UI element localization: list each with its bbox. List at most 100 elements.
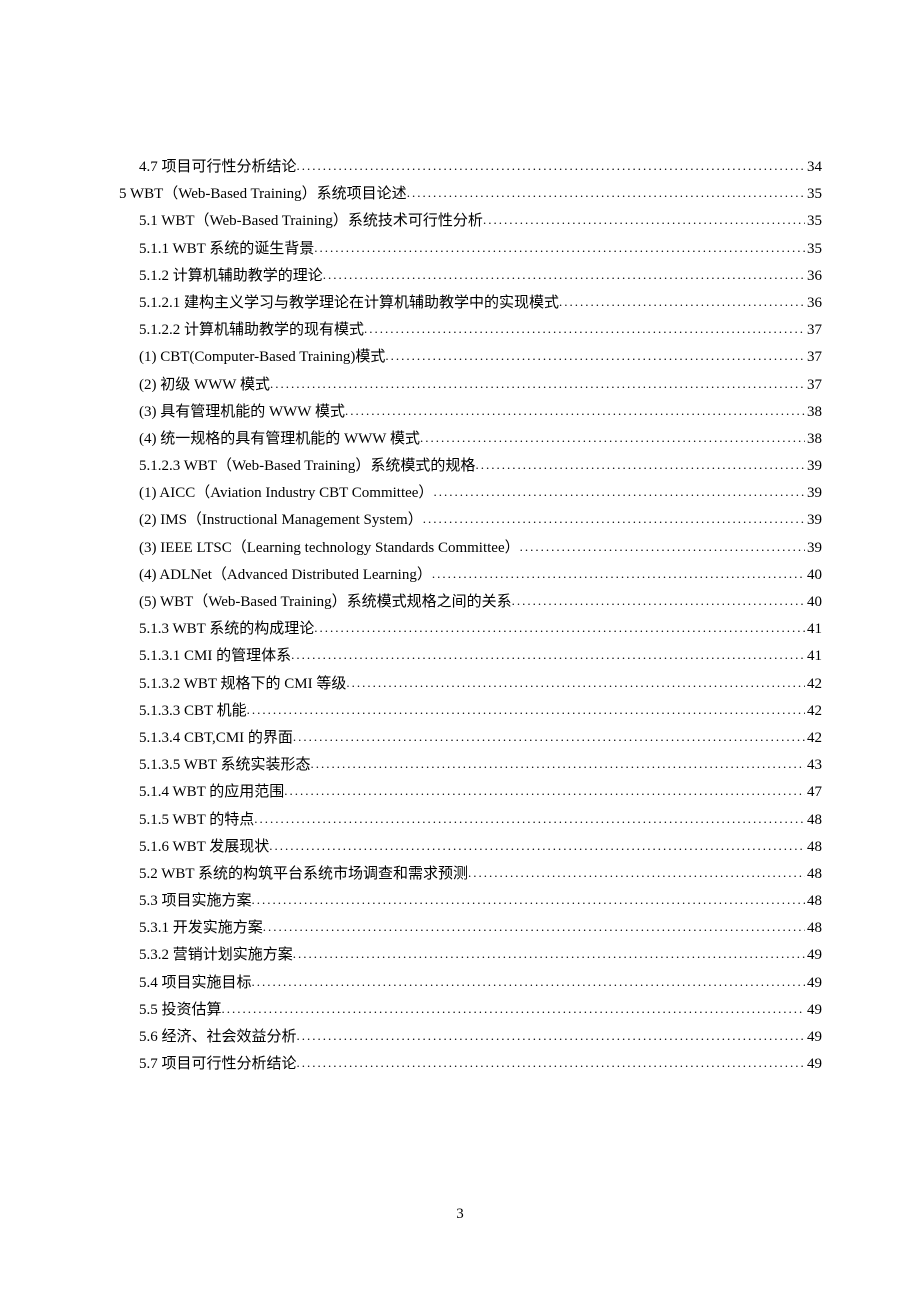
toc-leader-dots [254, 812, 805, 825]
toc-entry: 5.1.3 WBT 系统的构成理论 41 [98, 622, 822, 637]
toc-entry-label: 5.1.3 WBT 系统的构成理论 [139, 622, 314, 637]
toc-entry: 5.1.3.5 WBT 系统实装形态43 [98, 758, 822, 773]
toc-entry-page: 47 [805, 785, 822, 800]
toc-entry-label: 5.4 项目实施目标 [139, 976, 252, 991]
toc-entry-label: 5.1.5 WBT 的特点 [139, 813, 254, 828]
toc-entry: 5.3 项目实施方案48 [98, 894, 822, 909]
toc-list: 4.7 项目可行性分析结论 34 5 WBT（Web-Based Training）… [98, 160, 822, 1072]
toc-leader-dots [423, 512, 805, 525]
toc-entry-page: 39 [805, 513, 822, 528]
toc-leader-dots [297, 159, 805, 172]
toc-entry-label: 4.7 项目可行性分析结论 [139, 160, 297, 175]
toc-entry-label: (4) 统一规格的具有管理机能的 WWW 模式 [139, 432, 420, 447]
toc-entry-page: 35 [805, 242, 822, 257]
toc-entry-page: 48 [805, 867, 822, 882]
toc-entry-label: 5.1.2 计算机辅助教学的理论 [139, 269, 323, 284]
toc-leader-dots [297, 1029, 805, 1042]
toc-entry-page: 40 [805, 595, 822, 610]
toc-entry: (2) IMS（Instructional Management System）… [98, 513, 822, 528]
toc-leader-dots [314, 241, 805, 254]
toc-entry: 5.3.2 营销计划实施方案 49 [98, 948, 822, 963]
toc-entry-label: 5.1.6 WBT 发展现状 [139, 840, 269, 855]
toc-entry: 5.1.3.2 WBT 规格下的 CMI 等级42 [98, 677, 822, 692]
toc-entry-page: 40 [805, 568, 822, 583]
toc-page: 4.7 项目可行性分析结论 34 5 WBT（Web-Based Training）… [0, 0, 920, 1072]
toc-leader-dots [263, 920, 805, 933]
toc-leader-dots [512, 594, 805, 607]
toc-entry: 5.1.4 WBT 的应用范围 47 [98, 785, 822, 800]
toc-entry-label: 5.1.2.1 建构主义学习与教学理论在计算机辅助教学中的实现模式 [139, 296, 559, 311]
toc-entry-page: 35 [805, 187, 822, 202]
toc-entry-page: 49 [805, 948, 822, 963]
toc-entry-label: (4) ADLNet（Advanced Distributed Learning… [139, 568, 432, 583]
toc-entry-label: 5.1.3.1 CMI 的管理体系 [139, 649, 291, 664]
toc-entry-page: 49 [805, 1057, 822, 1072]
toc-entry-label: 5 WBT（Web-Based Training）系统项目论述 [119, 187, 407, 202]
toc-entry-page: 37 [805, 323, 822, 338]
toc-leader-dots [475, 458, 805, 471]
toc-entry: (3) IEEE LTSC（Learning technology Standa… [98, 541, 822, 556]
toc-entry: 4.7 项目可行性分析结论 34 [98, 160, 822, 175]
toc-leader-dots [345, 404, 805, 417]
toc-entry: 5.4 项目实施目标49 [98, 976, 822, 991]
toc-entry-label: (2) 初级 WWW 模式 [139, 378, 270, 393]
toc-entry-page: 49 [805, 1003, 822, 1018]
toc-leader-dots [420, 431, 805, 444]
toc-entry-page: 37 [805, 378, 822, 393]
toc-entry-page: 48 [805, 921, 822, 936]
toc-entry-label: (3) 具有管理机能的 WWW 模式 [139, 405, 345, 420]
toc-leader-dots [559, 295, 805, 308]
toc-entry: 5.1 WBT（Web-Based Training）系统技术可行性分析 35 [98, 214, 822, 229]
toc-leader-dots [270, 377, 805, 390]
toc-entry: 5.6 经济、社会效益分析49 [98, 1030, 822, 1045]
toc-entry-page: 35 [805, 214, 822, 229]
toc-entry-page: 38 [805, 405, 822, 420]
toc-leader-dots [520, 540, 805, 553]
toc-entry: 5.1.1 WBT 系统的诞生背景 35 [98, 242, 822, 257]
toc-entry: 5.3.1 开发实施方案 48 [98, 921, 822, 936]
toc-leader-dots [297, 1056, 805, 1069]
toc-leader-dots [407, 186, 805, 199]
toc-entry-label: 5.1.4 WBT 的应用范围 [139, 785, 284, 800]
toc-entry: (1) CBT(Computer-Based Training)模式37 [98, 350, 822, 365]
toc-entry-page: 49 [805, 1030, 822, 1045]
toc-entry-page: 41 [805, 649, 822, 664]
toc-entry-label: (3) IEEE LTSC（Learning technology Standa… [139, 541, 520, 556]
toc-entry: 5 WBT（Web-Based Training）系统项目论述 35 [98, 187, 822, 202]
toc-entry-label: 5.3.1 开发实施方案 [139, 921, 263, 936]
toc-entry: 5.1.6 WBT 发展现状48 [98, 840, 822, 855]
toc-entry: (5) WBT（Web-Based Training）系统模式规格之间的关系40 [98, 595, 822, 610]
toc-entry-label: 5.7 项目可行性分析结论 [139, 1057, 297, 1072]
toc-entry-page: 36 [805, 296, 822, 311]
toc-entry: 5.1.3.3 CBT 机能42 [98, 704, 822, 719]
toc-leader-dots [252, 893, 805, 906]
toc-entry-page: 48 [805, 813, 822, 828]
toc-leader-dots [247, 703, 805, 716]
toc-entry-page: 37 [805, 350, 822, 365]
toc-leader-dots [483, 213, 805, 226]
toc-entry-label: 5.5 投资估算 [139, 1003, 222, 1018]
toc-leader-dots [346, 676, 805, 689]
toc-leader-dots [284, 784, 805, 797]
toc-leader-dots [433, 485, 805, 498]
toc-entry: 5.7 项目可行性分析结论 49 [98, 1057, 822, 1072]
toc-entry: 5.2 WBT 系统的构筑平台系统市场调查和需求预测48 [98, 867, 822, 882]
toc-entry-label: 5.1.3.2 WBT 规格下的 CMI 等级 [139, 677, 346, 692]
toc-entry-label: 5.1.1 WBT 系统的诞生背景 [139, 242, 314, 257]
toc-entry: (3) 具有管理机能的 WWW 模式 38 [98, 405, 822, 420]
toc-leader-dots [432, 567, 805, 580]
toc-leader-dots [291, 648, 805, 661]
toc-entry-page: 39 [805, 541, 822, 556]
page-number: 3 [0, 1207, 920, 1222]
toc-leader-dots [293, 947, 805, 960]
toc-entry: 5.1.5 WBT 的特点 48 [98, 813, 822, 828]
toc-entry-page: 34 [805, 160, 822, 175]
toc-entry-page: 41 [805, 622, 822, 637]
toc-entry-label: 5.3.2 营销计划实施方案 [139, 948, 293, 963]
toc-leader-dots [314, 621, 805, 634]
toc-entry: (4) 统一规格的具有管理机能的 WWW 模式38 [98, 432, 822, 447]
toc-entry: 5.1.2.2 计算机辅助教学的现有模式37 [98, 323, 822, 338]
toc-entry-page: 42 [805, 704, 822, 719]
toc-entry: 5.1.3.4 CBT,CMI 的界面42 [98, 731, 822, 746]
toc-entry-label: 5.1 WBT（Web-Based Training）系统技术可行性分析 [139, 214, 483, 229]
